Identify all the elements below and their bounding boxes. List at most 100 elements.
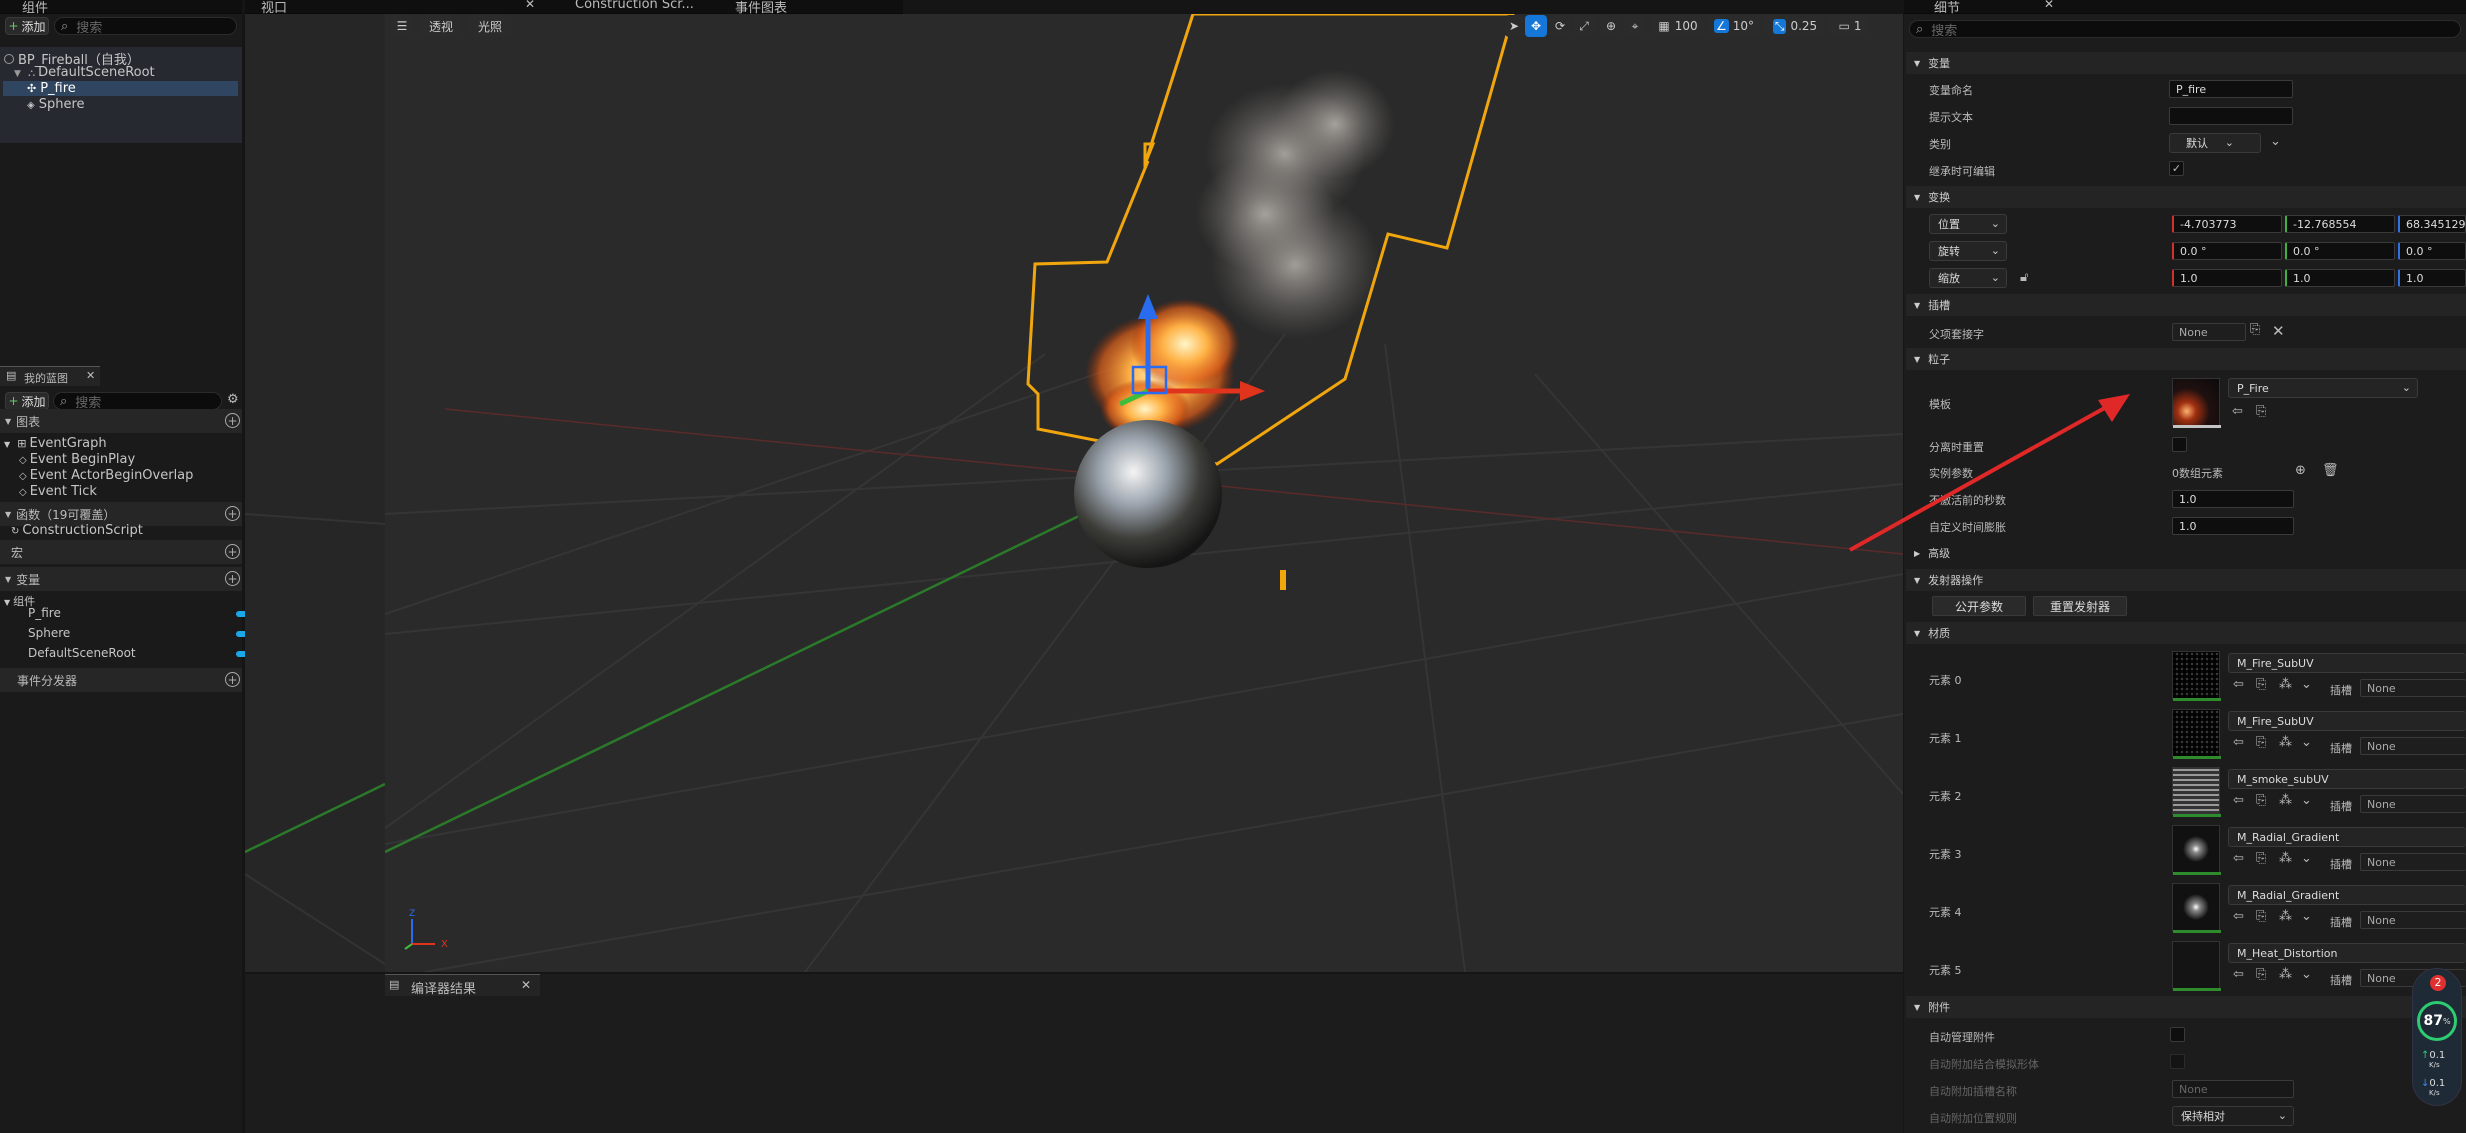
- parent-socket-field[interactable]: None: [2172, 323, 2246, 341]
- material-thumbnail[interactable]: [2172, 825, 2221, 875]
- add-function-icon[interactable]: +: [225, 506, 240, 521]
- material-thumbnail[interactable]: [2172, 767, 2221, 817]
- close-icon[interactable]: ✕: [521, 978, 531, 992]
- secs-before-inactive-input[interactable]: 1.0: [2172, 490, 2294, 508]
- surface-snap-button[interactable]: ⌖: [1624, 15, 1646, 37]
- tooltip-input[interactable]: [2169, 107, 2293, 125]
- clear-icon[interactable]: ✕: [2272, 322, 2285, 340]
- variable-item-p-fire[interactable]: P_fire: [28, 606, 61, 620]
- graphs-section-header[interactable]: ▼ 图表: [0, 409, 242, 433]
- location-x-input[interactable]: -4.703773: [2172, 215, 2282, 233]
- my-blueprint-tab[interactable]: ▤ 我的蓝图 ✕: [0, 366, 100, 386]
- details-search-input[interactable]: ⌕ 搜索: [1909, 20, 2461, 39]
- material-select[interactable]: M_Radial_Gradient: [2228, 885, 2466, 905]
- transform-section-header[interactable]: ▼ 变换: [1906, 186, 2466, 208]
- rotation-x-input[interactable]: 0.0 °: [2172, 242, 2282, 260]
- socket-browse-icon[interactable]: ⎘: [2250, 322, 2260, 337]
- close-icon[interactable]: ✕: [86, 369, 95, 382]
- browse-icon[interactable]: ⎘: [2256, 735, 2266, 750]
- material-thumbnail[interactable]: [2172, 651, 2221, 701]
- particles-section-header[interactable]: ▼ 粒子: [1906, 348, 2466, 370]
- perspective-button[interactable]: 透视: [420, 15, 462, 37]
- rotation-y-input[interactable]: 0.0 °: [2285, 242, 2395, 260]
- reset-on-detach-checkbox[interactable]: [2172, 437, 2187, 452]
- var-name-input[interactable]: P_fire: [2169, 80, 2293, 98]
- scale-snap-button[interactable]: ⤡ 0.25: [1766, 15, 1824, 37]
- components-search-input[interactable]: ⌕ 搜索: [54, 17, 237, 36]
- browse-icon[interactable]: ⎘: [2256, 793, 2266, 808]
- material-select[interactable]: M_smoke_subUV: [2228, 769, 2466, 789]
- close-icon[interactable]: ✕: [2044, 0, 2054, 11]
- rotate-mode-button[interactable]: ⟳: [1549, 15, 1571, 37]
- material-select[interactable]: M_Radial_Gradient: [2228, 827, 2466, 847]
- material-options-icon[interactable]: ⁂: [2279, 967, 2292, 982]
- unlock-icon[interactable]: 🔓︎: [2020, 270, 2028, 285]
- material-select[interactable]: M_Fire_SubUV: [2228, 653, 2466, 673]
- chevron-down-icon[interactable]: ⌄: [2301, 677, 2312, 692]
- material-options-icon[interactable]: ⁂: [2279, 793, 2292, 808]
- use-selected-icon[interactable]: ⇦: [2233, 851, 2244, 866]
- chevron-down-icon[interactable]: ⌄: [2301, 909, 2312, 924]
- emitter-ops-section-header[interactable]: ▼ 发射器操作: [1906, 569, 2466, 591]
- material-select[interactable]: M_Fire_SubUV: [2228, 711, 2466, 731]
- event-graph-item[interactable]: ▼ ⊞ EventGraph: [4, 436, 107, 451]
- blueprint-search-input[interactable]: ⌕ 搜索: [53, 392, 222, 411]
- auto-attach-socket-field[interactable]: None: [2172, 1080, 2294, 1098]
- use-selected-icon[interactable]: ⇦: [2233, 967, 2244, 982]
- event-beginplay-item[interactable]: ◇ Event BeginPlay: [19, 452, 135, 467]
- material-options-icon[interactable]: ⁂: [2279, 851, 2292, 866]
- scale-mode-select[interactable]: 缩放 ⌄: [1929, 268, 2007, 288]
- chevron-down-icon[interactable]: ⌄: [2301, 735, 2312, 750]
- material-select[interactable]: M_Heat_Distortion: [2228, 943, 2466, 963]
- coord-system-button[interactable]: ⊕: [1600, 15, 1622, 37]
- template-thumbnail[interactable]: [2172, 378, 2221, 428]
- add-dispatcher-icon[interactable]: +: [225, 672, 240, 687]
- chevron-down-icon[interactable]: ⌄: [2301, 793, 2312, 808]
- slot-field[interactable]: None: [2360, 795, 2466, 813]
- tree-item-defaultsceneroot[interactable]: ▼ ⛬ DefaultSceneRoot: [14, 65, 238, 80]
- browse-icon[interactable]: ⎘: [2256, 967, 2266, 982]
- editable-checkbox[interactable]: ✓: [2169, 161, 2184, 176]
- dispatchers-section-header[interactable]: 事件分发器: [0, 668, 242, 692]
- variable-item-defaultsceneroot[interactable]: DefaultSceneRoot: [28, 646, 136, 660]
- macros-section-header[interactable]: 宏: [0, 540, 242, 564]
- material-thumbnail[interactable]: [2172, 941, 2221, 991]
- reset-emitters-button[interactable]: 重置发射器: [2033, 596, 2127, 616]
- auto-attach-sim-checkbox[interactable]: [2170, 1054, 2185, 1069]
- chevron-down-icon[interactable]: ⌄: [2270, 134, 2281, 149]
- viewport-menu-button[interactable]: ☰: [392, 15, 412, 37]
- browse-icon[interactable]: ⎘: [2256, 404, 2266, 419]
- location-mode-select[interactable]: 位置 ⌄: [1929, 214, 2007, 234]
- material-options-icon[interactable]: ⁂: [2279, 677, 2292, 692]
- attachment-section-header[interactable]: ▼ 附件: [1906, 996, 2466, 1018]
- add-component-button[interactable]: + 添加: [5, 17, 49, 35]
- location-z-input[interactable]: 68.345129: [2398, 215, 2466, 233]
- tab-details[interactable]: 细节: [1934, 0, 1960, 16]
- category-select[interactable]: 默认 ⌄: [2169, 133, 2261, 153]
- scale-z-input[interactable]: 1.0: [2398, 269, 2466, 287]
- slot-field[interactable]: None: [2360, 679, 2466, 697]
- browse-icon[interactable]: ⎘: [2256, 909, 2266, 924]
- tree-item-self[interactable]: BP_Fireball（自我）: [4, 49, 238, 68]
- material-options-icon[interactable]: ⁂: [2279, 909, 2292, 924]
- chevron-down-icon[interactable]: ⌄: [2301, 967, 2312, 982]
- use-selected-icon[interactable]: ⇦: [2233, 735, 2244, 750]
- rotation-snap-button[interactable]: ∠ 10°: [1708, 15, 1760, 37]
- tab-components[interactable]: 组件: [22, 0, 48, 16]
- construction-script-item[interactable]: ↻ ConstructionScript: [11, 523, 143, 538]
- trash-icon[interactable]: 🗑︎: [2322, 463, 2339, 478]
- translate-mode-button[interactable]: ✥: [1525, 15, 1547, 37]
- use-selected-icon[interactable]: ⇦: [2233, 677, 2244, 692]
- rotation-z-input[interactable]: 0.0 °: [2398, 242, 2466, 260]
- material-options-icon[interactable]: ⁂: [2279, 735, 2292, 750]
- close-icon[interactable]: ✕: [525, 0, 535, 11]
- auto-attach-loc-rule-select[interactable]: 保持相对 ⌄: [2172, 1106, 2294, 1126]
- camera-speed-button[interactable]: ▭ 1: [1830, 15, 1870, 37]
- tree-item-p-fire[interactable]: ✣ P_fire: [3, 81, 238, 96]
- gear-icon[interactable]: ⚙: [227, 392, 239, 407]
- grid-snap-button[interactable]: ▦ 100: [1652, 15, 1704, 37]
- add-element-icon[interactable]: ⊕: [2295, 463, 2306, 478]
- rotation-mode-select[interactable]: 旋转 ⌄: [1929, 241, 2007, 261]
- performance-widget[interactable]: 2 87% ↑0.1 K/s ↓0.1 K/s: [2412, 968, 2462, 1106]
- variables-section-header[interactable]: ▼ 变量: [0, 567, 242, 591]
